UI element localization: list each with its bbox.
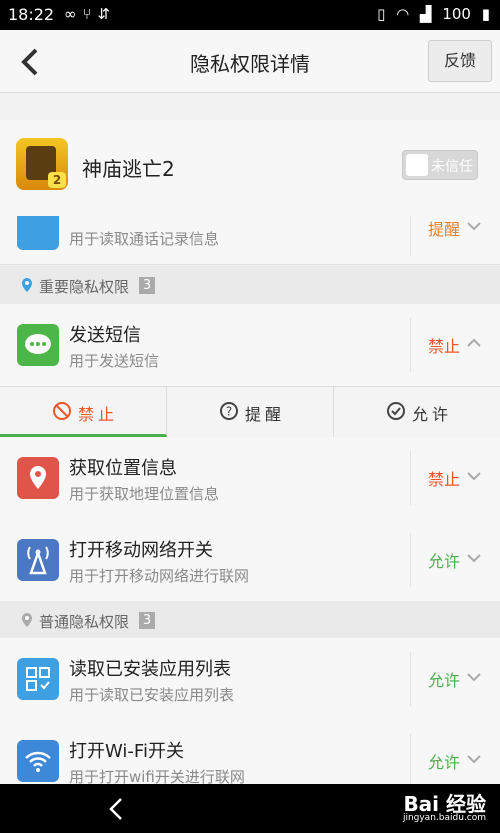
infinity-icon: ∞ — [64, 5, 83, 23]
chevron-down-icon — [467, 673, 481, 682]
status-time: 18:22 — [8, 5, 55, 24]
permission-row-location[interactable]: 获取位置信息 用于获取地理位置信息 禁止 — [0, 437, 500, 520]
check-circle-icon — [387, 402, 405, 420]
chevron-down-icon — [467, 755, 481, 764]
permission-status: 允许 — [428, 753, 461, 772]
question-icon: ? — [220, 402, 238, 420]
permission-row-sms[interactable]: 发送短信 用于发送短信 禁止 — [0, 304, 500, 387]
chevron-down-icon — [467, 222, 481, 231]
share-icon: ⑂ — [82, 5, 98, 23]
permission-choice-bar: 禁止 ? 提醒 允许 — [0, 386, 500, 437]
battery-icon: ▮ — [481, 5, 490, 23]
permission-status: 禁止 — [428, 337, 461, 356]
row-divider — [410, 451, 411, 505]
choice-deny[interactable]: 禁止 — [0, 387, 167, 437]
wifi-icon — [17, 740, 59, 782]
feedback-button[interactable]: 反馈 — [428, 40, 492, 82]
app-info-card: 2 神庙逃亡2 未信任 — [0, 120, 500, 219]
app-list-icon — [17, 658, 59, 700]
location-pin-icon — [22, 278, 32, 292]
permission-row-call-log[interactable]: 用于读取通话记录信息 提醒 — [0, 216, 500, 265]
permission-desc: 用于获取地理位置信息 — [69, 485, 220, 503]
section-count: 3 — [139, 612, 155, 629]
status-bar: 18:22 ∞⑂⇵ ▯ ◠ ▟ 100 ▮ — [0, 0, 500, 30]
location-pin-icon — [22, 613, 32, 627]
notification-icons: ∞⑂⇵ — [64, 5, 116, 23]
chevron-up-icon — [467, 338, 481, 347]
permission-status: 允许 — [428, 552, 461, 571]
system-nav-bar: Bai 经验 jingyan.baidu.com — [0, 784, 500, 833]
call-log-icon — [17, 216, 59, 250]
toggle-knob — [406, 154, 428, 176]
row-divider — [410, 318, 411, 372]
permission-status: 禁止 — [428, 470, 461, 489]
antenna-icon — [17, 539, 59, 581]
block-icon — [53, 402, 71, 420]
choice-ask[interactable]: ? 提醒 — [167, 387, 334, 437]
battery-level: 100 — [442, 5, 471, 23]
app-name: 神庙逃亡2 — [82, 157, 175, 181]
chevron-left-icon — [21, 48, 38, 76]
choice-label: 提醒 — [245, 405, 286, 424]
choice-label: 禁止 — [78, 405, 119, 424]
choice-label: 允许 — [412, 405, 453, 424]
permission-desc: 用于发送短信 — [69, 352, 160, 370]
section-title: 普通隐私权限 — [39, 613, 130, 631]
sms-icon — [17, 324, 59, 366]
permission-title: 打开移动网络开关 — [69, 540, 213, 561]
permission-row-mobile-network[interactable]: 打开移动网络开关 用于打开移动网络进行联网 允许 — [0, 519, 500, 602]
app-icon: 2 — [16, 138, 68, 190]
permission-title: 发送短信 — [69, 325, 141, 346]
section-important: 重要隐私权限 3 — [0, 266, 500, 305]
app-icon-badge: 2 — [48, 172, 66, 188]
usb-icon: ⇵ — [97, 5, 117, 23]
watermark-url: jingyan.baidu.com — [402, 813, 486, 823]
permission-status: 提醒 — [428, 220, 461, 239]
choice-allow[interactable]: 允许 — [334, 387, 500, 437]
permission-title: 获取位置信息 — [69, 458, 177, 479]
chevron-down-icon — [467, 472, 481, 481]
title-bar: 隐私权限详情 反馈 — [0, 30, 500, 93]
chevron-down-icon — [467, 554, 481, 563]
permission-row-app-list[interactable]: 读取已安装应用列表 用于读取已安装应用列表 允许 — [0, 638, 500, 721]
nav-back-icon[interactable] — [104, 796, 130, 822]
location-icon — [17, 457, 59, 499]
status-right: ▯ ◠ ▟ 100 ▮ — [371, 5, 490, 23]
permission-desc: 用于读取通话记录信息 — [69, 230, 220, 248]
permission-title: 读取已安装应用列表 — [69, 659, 231, 680]
row-divider — [410, 652, 411, 706]
section-count: 3 — [139, 277, 155, 294]
row-divider — [410, 533, 411, 587]
trust-label: 未信任 — [431, 159, 473, 175]
permission-desc: 用于打开移动网络进行联网 — [69, 567, 250, 585]
permission-desc: 用于读取已安装应用列表 — [69, 686, 235, 704]
row-divider — [410, 216, 411, 256]
wifi-signal-icon: ◠ — [396, 5, 410, 23]
page-title: 隐私权限详情 — [190, 52, 310, 76]
back-button[interactable] — [12, 42, 52, 82]
permission-status: 允许 — [428, 671, 461, 690]
svg-text:?: ? — [226, 405, 232, 419]
trust-toggle[interactable]: 未信任 — [402, 150, 478, 180]
permission-title: 打开Wi-Fi开关 — [69, 741, 184, 762]
cell-signal-icon: ▟ — [419, 5, 432, 23]
section-normal: 普通隐私权限 3 — [0, 601, 500, 640]
section-title: 重要隐私权限 — [39, 278, 130, 296]
vibrate-icon: ▯ — [377, 5, 386, 23]
row-divider — [410, 734, 411, 788]
